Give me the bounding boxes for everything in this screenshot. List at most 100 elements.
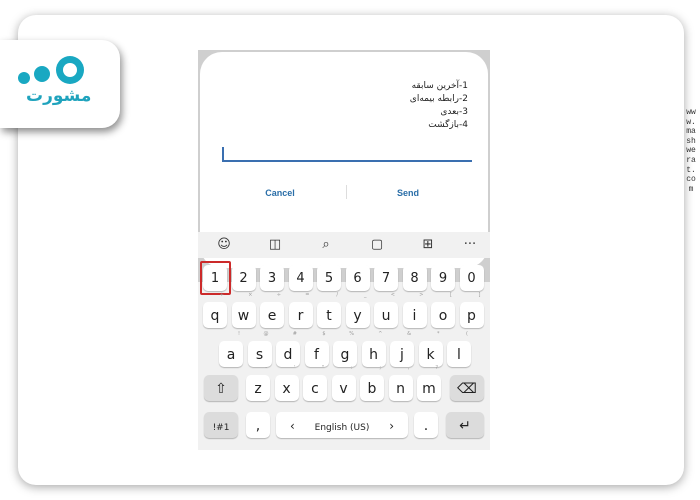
- phone-screen: 1-آخرین سابقه 2-رابطه بیمه‌ای 3-بعدی 4-ب…: [198, 50, 490, 450]
- key-label: c: [311, 381, 319, 397]
- key-h[interactable]: h ^: [361, 331, 386, 367]
- key-u[interactable]: u <: [374, 292, 398, 328]
- key-t[interactable]: t /: [317, 292, 341, 328]
- space-language-label: English (US): [314, 423, 370, 433]
- key-hint: ]: [478, 292, 481, 298]
- key-b[interactable]: b;: [360, 365, 384, 401]
- key-label: 2: [239, 271, 248, 286]
- key-hint: _: [364, 292, 367, 298]
- key-l[interactable]: l(: [447, 331, 471, 367]
- key-label: ⇧: [215, 381, 227, 397]
- key-hint: ?: [435, 365, 438, 371]
- key-hint: >: [419, 292, 424, 298]
- key-m[interactable]: m?: [417, 365, 441, 401]
- key-label: 6: [353, 271, 362, 286]
- key-3[interactable]: 3: [260, 265, 284, 291]
- keyboard-toolbar: [198, 232, 490, 258]
- key-label: f: [314, 347, 319, 363]
- key-label: w: [237, 308, 250, 324]
- key-hint: $: [322, 331, 326, 337]
- key-label: l: [457, 347, 461, 363]
- key-label: j: [400, 347, 404, 363]
- key-0[interactable]: 0: [459, 265, 484, 291]
- enter-key[interactable]: ↵: [446, 412, 484, 438]
- key-label: ⌫: [457, 381, 477, 397]
- key-hint: [: [450, 292, 452, 298]
- key-label: 8: [410, 271, 419, 286]
- key-label: k: [426, 347, 435, 363]
- key-d[interactable]: d #: [276, 331, 300, 367]
- reply-input[interactable]: [222, 160, 472, 162]
- space-bar[interactable]: ‹ English (US) ›: [276, 412, 408, 438]
- key-label: e: [267, 308, 277, 324]
- key-8[interactable]: 8: [402, 265, 427, 291]
- key-i[interactable]: i >: [402, 292, 427, 328]
- key-7[interactable]: 7: [374, 265, 398, 291]
- key-x[interactable]: x ': [274, 365, 299, 401]
- key-hint: ,: [407, 365, 410, 371]
- clipboard-icon[interactable]: ▢: [367, 236, 387, 254]
- key-r[interactable]: r =: [288, 292, 313, 328]
- key-label: ,: [255, 418, 261, 434]
- search-icon[interactable]: ⌕: [316, 236, 336, 254]
- symbols-key[interactable]: !#1: [204, 412, 238, 438]
- key-label: n: [396, 381, 405, 397]
- key-label: p: [467, 308, 476, 324]
- key-c[interactable]: c ": [303, 365, 327, 401]
- key-5[interactable]: 5: [317, 265, 341, 291]
- key-s[interactable]: s @: [247, 331, 272, 367]
- key-label: u: [381, 308, 391, 324]
- key-label: q: [210, 308, 220, 324]
- key-p[interactable]: p]: [459, 292, 484, 328]
- shift-key[interactable]: ⇧: [204, 375, 238, 401]
- key-hint: *: [437, 331, 440, 337]
- key-hint: (: [466, 331, 468, 337]
- key-label: h: [369, 347, 378, 363]
- key-hint: ÷: [276, 292, 281, 298]
- key-6[interactable]: 6: [345, 265, 370, 291]
- key-n[interactable]: n,: [388, 365, 413, 401]
- comma-key[interactable]: ,: [246, 412, 270, 438]
- send-button[interactable]: Send: [358, 188, 458, 198]
- key-hint: ': [294, 365, 296, 371]
- period-key[interactable]: .: [414, 412, 438, 438]
- key-hint: -: [265, 365, 267, 371]
- message-line: 1-آخرین سابقه: [411, 81, 468, 91]
- key-label: d: [283, 347, 293, 363]
- key-label: v: [339, 381, 348, 397]
- logo-dot-medium: [34, 66, 50, 82]
- key-hint: #: [292, 331, 297, 337]
- more-icon[interactable]: ···: [460, 236, 480, 254]
- key-4[interactable]: 4: [288, 265, 313, 291]
- key-k[interactable]: k *: [418, 331, 443, 367]
- key-y[interactable]: y _: [345, 292, 370, 328]
- emoji-icon[interactable]: ☺: [214, 236, 234, 254]
- key-label: 9: [438, 271, 448, 286]
- key-label: b: [367, 381, 377, 397]
- key-9[interactable]: 9: [431, 265, 455, 291]
- key-z[interactable]: z-: [246, 365, 270, 401]
- key-a[interactable]: a!: [219, 331, 243, 367]
- key-f[interactable]: f $: [304, 331, 329, 367]
- key-o[interactable]: o[: [431, 292, 455, 328]
- backspace-key[interactable]: ⌫: [450, 375, 484, 401]
- key-hint: =: [305, 292, 310, 298]
- message-line: 4-بازگشت: [428, 120, 468, 130]
- cancel-button[interactable]: Cancel: [230, 188, 330, 198]
- key-hint: :: [350, 365, 353, 371]
- translate-icon[interactable]: ⊞: [418, 236, 438, 254]
- key-q[interactable]: q +: [203, 292, 227, 328]
- key-label: i: [412, 308, 417, 324]
- key-e[interactable]: e ÷: [260, 292, 284, 328]
- dialog-message: 1-آخرین سابقه 2-رابطه بیمه‌ای 3-بعدی 4-ب…: [410, 80, 468, 132]
- logo-dot-hole: [63, 63, 77, 77]
- key-label: .: [423, 418, 429, 434]
- key-label: !#1: [212, 423, 230, 433]
- key-2[interactable]: 2: [231, 265, 256, 291]
- key-g[interactable]: g%: [333, 331, 357, 367]
- key-v[interactable]: v:: [331, 365, 356, 401]
- key-j[interactable]: j &: [390, 331, 414, 367]
- sticker-icon[interactable]: ◫: [265, 236, 285, 254]
- key-w[interactable]: w ×: [231, 292, 256, 328]
- website-watermark: www.mashwerat.com: [686, 108, 696, 194]
